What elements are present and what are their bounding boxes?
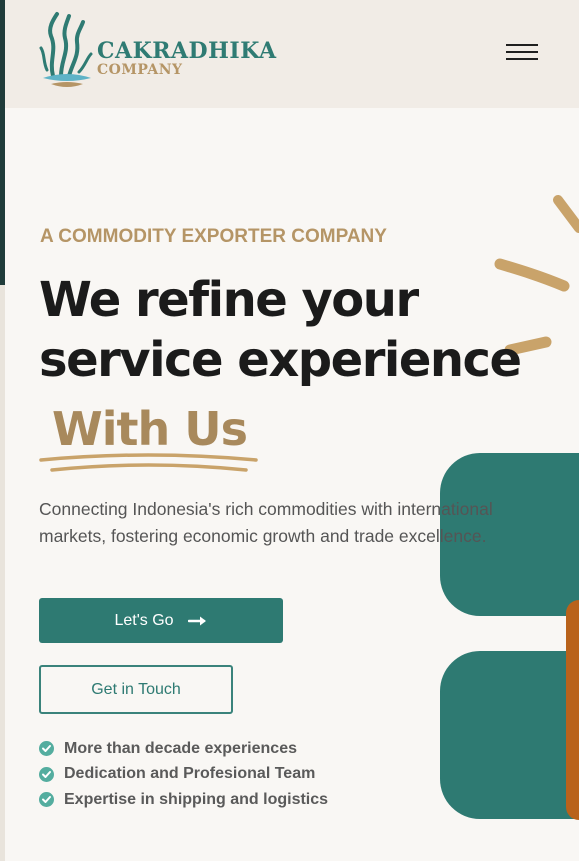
- get-in-touch-label: Get in Touch: [91, 680, 181, 698]
- hamburger-menu-icon[interactable]: [504, 40, 540, 64]
- lets-go-label: Let's Go: [114, 611, 174, 629]
- menu-line: [506, 44, 538, 46]
- menu-line: [506, 51, 538, 53]
- hero-headline: We refine your service experience: [39, 270, 522, 390]
- check-circle-icon: [39, 766, 54, 782]
- get-in-touch-button[interactable]: Get in Touch: [39, 665, 233, 714]
- site-header: CAKRADHIKA COMPANY: [5, 0, 579, 108]
- feature-list: More than decade experiences Dedication …: [39, 736, 328, 813]
- feature-item: Dedication and Profesional Team: [39, 762, 328, 788]
- check-circle-icon: [39, 792, 54, 808]
- hero-image-card-bottom: [440, 651, 579, 819]
- brand-logo[interactable]: CAKRADHIKA COMPANY: [39, 10, 279, 90]
- lets-go-button[interactable]: Let's Go: [39, 598, 283, 643]
- seaweed-leaf-logo-icon: [39, 12, 93, 87]
- feature-item: Expertise in shipping and logistics: [39, 787, 328, 813]
- menu-line: [506, 58, 538, 60]
- hero-highlight: With Us: [52, 402, 248, 456]
- headline-line-2: service experience: [39, 332, 522, 388]
- brand-name: CAKRADHIKA: [97, 38, 277, 64]
- feature-label: More than decade experiences: [64, 739, 297, 757]
- highlight-underline-icon: [39, 453, 258, 472]
- feature-item: More than decade experiences: [39, 736, 328, 762]
- check-circle-icon: [39, 741, 54, 757]
- hero-description: Connecting Indonesia's rich commodities …: [39, 499, 493, 546]
- feature-label: Dedication and Profesional Team: [64, 765, 316, 783]
- feature-label: Expertise in shipping and logistics: [64, 790, 329, 808]
- headline-line-1: We refine your: [39, 272, 419, 328]
- hero-eyebrow: A COMMODITY EXPORTER COMPANY: [40, 226, 387, 247]
- arrow-right-icon: [187, 616, 206, 625]
- left-edge-strip-light: [0, 285, 5, 861]
- brand-subtitle: COMPANY: [97, 62, 183, 78]
- hero-image-fragment: [566, 600, 579, 820]
